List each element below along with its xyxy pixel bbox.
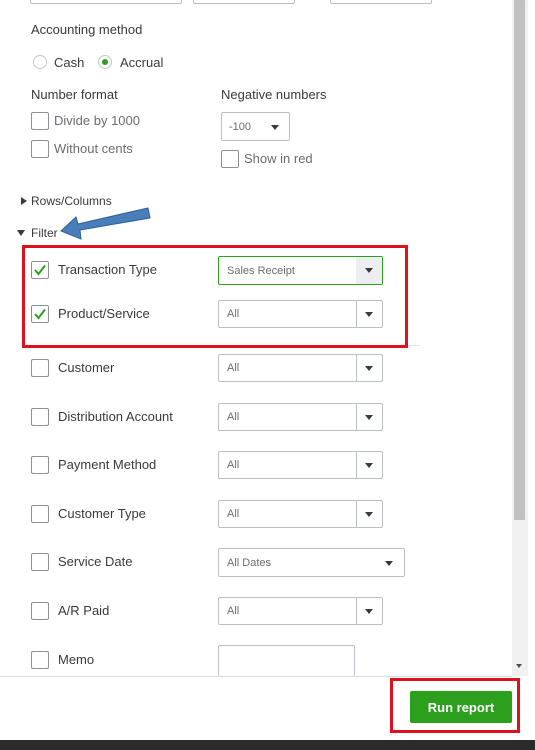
- memo-label: Memo: [58, 652, 95, 667]
- chevron-down-icon: [365, 512, 373, 517]
- number-format-label: Number format: [31, 87, 118, 102]
- chevron-down-icon: [271, 125, 279, 130]
- ar-paid-select[interactable]: All: [218, 597, 383, 625]
- customer-type-value: All: [227, 508, 240, 520]
- annotation-arrow-icon: [60, 207, 151, 240]
- chevron-down-icon: [365, 609, 373, 614]
- payment-method-value: All: [227, 459, 240, 471]
- ar-paid-label: A/R Paid: [58, 603, 110, 618]
- run-report-highlight-box: [390, 678, 520, 733]
- distribution-account-value: All: [227, 411, 240, 423]
- accounting-method-label: Accounting method: [31, 22, 143, 37]
- ar-paid-value: All: [227, 605, 240, 617]
- service-date-select[interactable]: All Dates: [218, 548, 405, 577]
- top-field-2[interactable]: [193, 0, 295, 4]
- chevron-down-icon: [385, 561, 393, 566]
- accrual-radio-label[interactable]: Accrual: [120, 55, 163, 70]
- customer-label: Customer: [58, 360, 115, 375]
- divide-by-1000-label[interactable]: Divide by 1000: [54, 113, 140, 128]
- without-cents-label[interactable]: Without cents: [54, 141, 133, 156]
- customer-checkbox[interactable]: [31, 359, 49, 377]
- distribution-account-checkbox[interactable]: [31, 408, 49, 426]
- customer-select[interactable]: All: [218, 354, 383, 382]
- payment-method-select[interactable]: All: [218, 451, 383, 479]
- memo-checkbox[interactable]: [31, 651, 49, 669]
- chevron-down-icon: [365, 463, 373, 468]
- top-field-3[interactable]: [330, 0, 432, 4]
- negative-numbers-select[interactable]: -100: [221, 112, 290, 141]
- filter-highlight-box: [22, 245, 408, 348]
- divide-by-1000-checkbox[interactable]: [31, 112, 49, 130]
- footer-divider: [0, 676, 512, 677]
- customer-type-label: Customer Type: [58, 506, 146, 521]
- cash-radio[interactable]: [33, 55, 47, 69]
- payment-method-label: Payment Method: [58, 457, 157, 472]
- expand-right-icon[interactable]: [21, 197, 27, 205]
- customer-type-select[interactable]: All: [218, 500, 383, 528]
- scrollbar-thumb[interactable]: [514, 0, 525, 520]
- service-date-label: Service Date: [58, 554, 133, 569]
- negative-numbers-label: Negative numbers: [221, 87, 327, 102]
- ar-paid-checkbox[interactable]: [31, 602, 49, 620]
- filter-toggle[interactable]: Filter: [31, 226, 58, 240]
- distribution-account-label: Distribution Account: [58, 409, 173, 424]
- bottom-bar: [0, 740, 535, 750]
- show-in-red-label[interactable]: Show in red: [244, 151, 313, 166]
- top-field-1[interactable]: [30, 0, 182, 4]
- negative-numbers-value: -100: [229, 121, 252, 133]
- without-cents-checkbox[interactable]: [31, 140, 49, 158]
- collapse-down-icon[interactable]: [17, 230, 25, 236]
- cash-radio-label[interactable]: Cash: [54, 55, 84, 70]
- chevron-down-icon: [365, 366, 373, 371]
- memo-input[interactable]: [218, 645, 355, 676]
- distribution-account-select[interactable]: All: [218, 403, 383, 431]
- service-date-checkbox[interactable]: [31, 553, 49, 571]
- accrual-radio[interactable]: [98, 55, 112, 69]
- service-date-value: All Dates: [227, 557, 272, 569]
- chevron-down-icon: [365, 415, 373, 420]
- customer-value: All: [227, 362, 240, 374]
- payment-method-checkbox[interactable]: [31, 456, 49, 474]
- customer-type-checkbox[interactable]: [31, 505, 49, 523]
- scroll-down-icon[interactable]: [516, 664, 522, 668]
- show-in-red-checkbox[interactable]: [221, 150, 239, 168]
